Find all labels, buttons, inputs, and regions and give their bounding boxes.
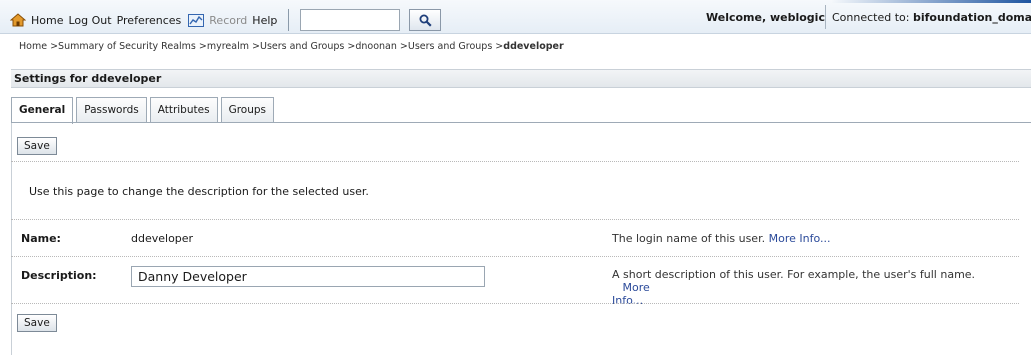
toolbar-accent-stripe: [831, 0, 1031, 3]
page-title: Settings for ddeveloper: [14, 72, 162, 85]
top-navigation: Home Log Out Preferences Record Help: [9, 9, 442, 31]
welcome-message: Welcome, weblogic: [706, 11, 825, 24]
breadcrumb-item[interactable]: Users and Groups >: [260, 41, 355, 52]
toolbar-separator: [288, 9, 290, 31]
search-input[interactable]: [300, 9, 401, 31]
divider: [11, 303, 1019, 304]
breadcrumb-item[interactable]: Home >: [19, 41, 58, 52]
save-button-bottom[interactable]: Save: [17, 314, 57, 332]
breadcrumb-item[interactable]: Summary of Security Realms >: [58, 41, 207, 52]
divider: [11, 219, 1019, 220]
logout-link[interactable]: Log Out: [68, 14, 111, 27]
header-separator: [825, 5, 826, 29]
tab-groups[interactable]: Groups: [220, 97, 274, 123]
record-icon[interactable]: [188, 13, 205, 27]
description-field[interactable]: [131, 266, 485, 287]
description-help: A short description of this user. For ex…: [612, 268, 1012, 307]
breadcrumb-item[interactable]: myrealm >: [207, 41, 260, 52]
description-help-text: A short description of this user. For ex…: [612, 268, 976, 281]
search-icon: [419, 14, 432, 27]
save-button-top[interactable]: Save: [17, 137, 57, 155]
description-label: Description:: [21, 269, 97, 282]
description-more-info-link[interactable]: More: [623, 281, 650, 294]
connected-label: Connected to:: [832, 11, 910, 24]
intro-text: Use this page to change the description …: [29, 185, 369, 198]
preferences-link[interactable]: Preferences: [117, 14, 182, 27]
home-icon[interactable]: [9, 13, 27, 27]
home-link[interactable]: Home: [31, 14, 63, 27]
name-more-info-link[interactable]: More Info...: [769, 232, 831, 245]
breadcrumb-current: ddeveloper: [503, 41, 564, 52]
name-label: Name:: [21, 232, 61, 245]
name-value: ddeveloper: [131, 232, 194, 245]
record-link[interactable]: Record: [209, 14, 247, 27]
search-button[interactable]: [409, 9, 442, 31]
connected-server: bifoundation_domain: [912, 11, 1031, 24]
divider: [11, 161, 1019, 162]
name-help-text: The login name of this user.: [612, 232, 766, 245]
tab-passwords[interactable]: Passwords: [76, 97, 147, 123]
breadcrumb-item[interactable]: Users and Groups >: [408, 41, 503, 52]
breadcrumb: Home >Summary of Security Realms >myreal…: [19, 41, 564, 52]
description-more-info-link-cont[interactable]: Info...: [612, 294, 643, 307]
name-help: The login name of this user. More Info..…: [612, 232, 830, 245]
tab-attributes[interactable]: Attributes: [149, 97, 218, 123]
settings-header: Settings for ddeveloper: [11, 69, 1031, 88]
connection-info: Connected to: bifoundation_domain: [832, 11, 1031, 24]
breadcrumb-item[interactable]: dnoonan >: [355, 41, 408, 52]
tab-bar: General Passwords Attributes Groups: [11, 97, 277, 124]
help-link[interactable]: Help: [252, 14, 277, 27]
tab-general[interactable]: General: [11, 97, 74, 124]
top-toolbar: Home Log Out Preferences Record Help Wel…: [0, 0, 1031, 34]
divider: [11, 256, 1019, 257]
